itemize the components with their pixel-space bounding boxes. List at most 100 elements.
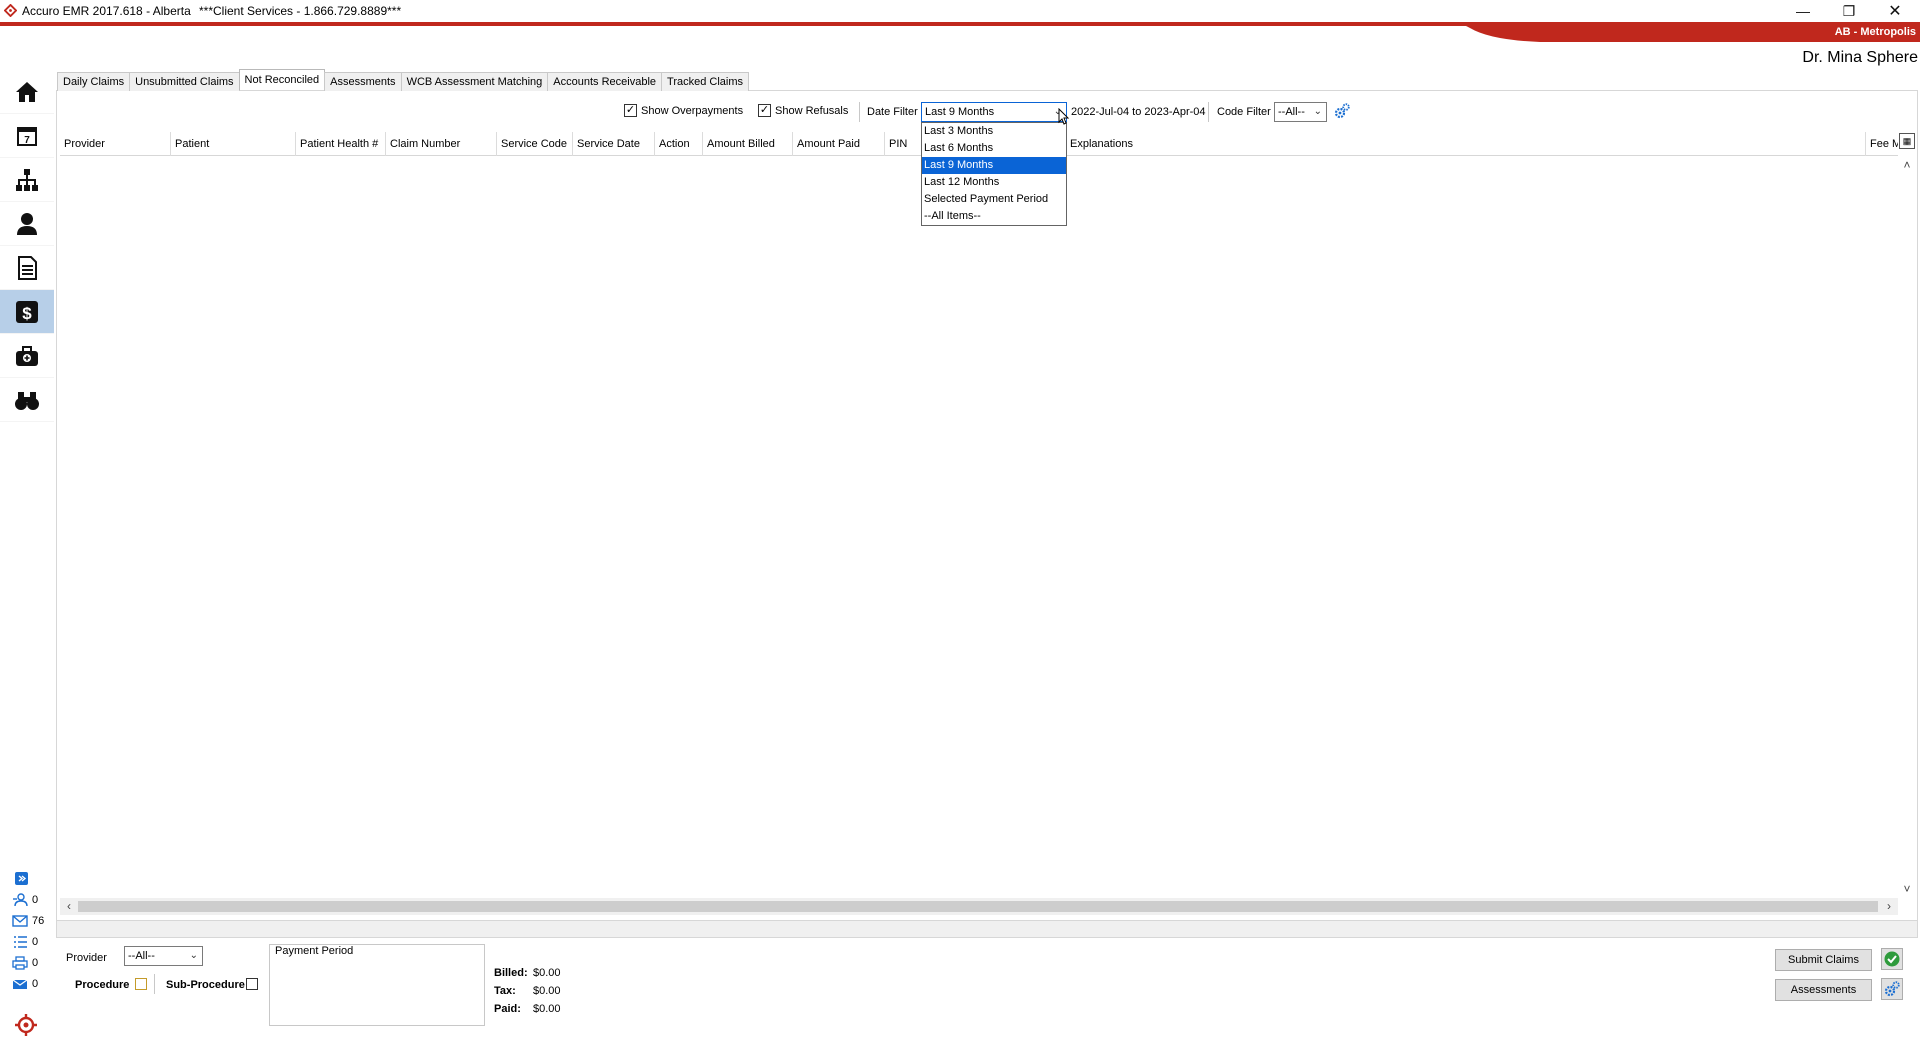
collapse-arrow-icon: [15, 871, 28, 885]
region-label: AB - Metropolis: [1834, 26, 1916, 38]
checkmark-icon: [1884, 951, 1900, 967]
column-header[interactable]: Amount Billed: [703, 132, 793, 156]
close-button[interactable]: ✕: [1872, 0, 1918, 22]
show-refusals-checkbox[interactable]: ✓ Show Refusals: [758, 104, 848, 117]
assessments-settings-button[interactable]: [1881, 978, 1903, 1000]
horizontal-scrollbar[interactable]: ‹ ›: [60, 898, 1898, 915]
dropdown-option-selected[interactable]: Last 9 Months: [922, 157, 1066, 174]
code-filter-label: Code Filter: [1217, 106, 1271, 118]
dropdown-option[interactable]: Last 3 Months: [922, 123, 1066, 140]
column-header[interactable]: Provider: [60, 132, 171, 156]
column-header[interactable]: Claim Number: [386, 132, 497, 156]
column-header[interactable]: Amount Paid: [793, 132, 885, 156]
user-key-icon: [13, 892, 28, 906]
doctor-name: Dr. Mina Sphere: [1802, 49, 1918, 66]
nav-hierarchy[interactable]: [0, 158, 54, 202]
procedure-color-box[interactable]: [135, 978, 147, 990]
mail-icon: [12, 914, 28, 927]
binoculars-icon: [15, 391, 39, 410]
tab-tracked-claims[interactable]: Tracked Claims: [661, 72, 750, 91]
scrollbar-thumb[interactable]: [78, 901, 1878, 912]
chevron-down-icon: ⌄: [1313, 106, 1322, 117]
tab-wcb-assessment-matching[interactable]: WCB Assessment Matching: [400, 72, 549, 91]
collapse-nav-button[interactable]: [12, 868, 52, 889]
messages-count: 76: [32, 914, 45, 927]
hierarchy-icon: [16, 168, 38, 191]
date-filter-dropdown-list: Last 3 Months Last 6 Months Last 9 Month…: [921, 122, 1067, 226]
checkbox-checked-icon: ✓: [624, 104, 637, 117]
column-header[interactable]: Action: [655, 132, 703, 156]
column-header[interactable]: PIN: [885, 132, 925, 156]
grid-footer: [56, 920, 1918, 938]
column-header[interactable]: Service Code: [497, 132, 573, 156]
column-header[interactable]: Service Date: [573, 132, 655, 156]
column-chooser-icon[interactable]: ▦: [1899, 133, 1915, 149]
provider-select[interactable]: --All-- ⌄: [124, 946, 203, 966]
show-refusals-label: Show Refusals: [775, 104, 849, 117]
tab-unsubmitted-claims[interactable]: Unsubmitted Claims: [129, 72, 240, 91]
sub-procedure-label: Sub-Procedure: [166, 979, 245, 991]
dropdown-option[interactable]: Last 6 Months: [922, 140, 1066, 157]
scroll-left-icon[interactable]: ‹: [60, 898, 78, 915]
paid-label: Paid:: [494, 1003, 521, 1015]
restore-button[interactable]: ❐: [1826, 0, 1872, 22]
brand-swoosh: [0, 22, 1920, 42]
title-bar: Accuro EMR 2017.618 - Alberta ***Client …: [0, 0, 1920, 22]
medical-kit-icon: [16, 345, 38, 366]
provider-label: Provider: [66, 952, 107, 964]
tab-assessments[interactable]: Assessments: [324, 72, 402, 91]
billing-tabs: Daily Claims Unsubmitted Claims Not Reco…: [57, 69, 750, 91]
dropdown-option[interactable]: Last 12 Months: [922, 174, 1066, 191]
tab-not-reconciled[interactable]: Not Reconciled: [238, 69, 326, 90]
column-header[interactable]: Explanations: [1066, 132, 1866, 156]
tax-value: $0.00: [533, 985, 561, 997]
submit-claims-button[interactable]: Submit Claims: [1775, 949, 1872, 971]
dropdown-option[interactable]: Selected Payment Period: [922, 191, 1066, 208]
nav-billing[interactable]: $: [0, 290, 54, 334]
dropdown-option[interactable]: --All Items--: [922, 208, 1066, 225]
settings-gear-icon: [1884, 981, 1900, 997]
dollar-icon: $: [16, 300, 38, 323]
payment-period-panel[interactable]: Payment Period: [269, 944, 485, 1026]
messages-counter[interactable]: 76: [12, 910, 52, 931]
users-counter[interactable]: 0: [12, 889, 52, 910]
svg-text:7: 7: [24, 135, 30, 146]
code-filter-select[interactable]: --All-- ⌄: [1274, 102, 1327, 122]
show-overpayments-checkbox[interactable]: ✓ Show Overpayments: [624, 104, 743, 117]
column-header[interactable]: Fee M: [1866, 132, 1898, 156]
nav-documents[interactable]: [0, 246, 54, 290]
app-logo-icon: [4, 4, 17, 17]
calendar-icon: 7: [17, 126, 37, 146]
show-overpayments-label: Show Overpayments: [641, 104, 744, 117]
tab-daily-claims[interactable]: Daily Claims: [57, 72, 131, 91]
scroll-right-icon[interactable]: ›: [1880, 898, 1898, 915]
minimize-button[interactable]: —: [1780, 0, 1826, 22]
date-filter-select[interactable]: Last 9 Months ⌄: [921, 102, 1067, 122]
mouse-cursor-icon: [1058, 108, 1070, 125]
nav-search[interactable]: [0, 378, 54, 422]
window-title: Accuro EMR 2017.618 - Alberta: [22, 4, 191, 18]
scroll-down-icon[interactable]: ˅: [1898, 880, 1916, 898]
column-header[interactable]: Patient Health #: [296, 132, 386, 156]
submit-confirm-button[interactable]: [1881, 948, 1903, 970]
bottom-divider: [154, 974, 155, 994]
assessments-button[interactable]: Assessments: [1775, 979, 1872, 1001]
svg-text:$: $: [22, 304, 32, 323]
procedure-label: Procedure: [75, 979, 130, 991]
date-range-text: 2022-Jul-04 to 2023-Apr-04: [1071, 106, 1206, 118]
sub-procedure-color-box[interactable]: [246, 978, 258, 990]
client-services-text: ***Client Services - 1.866.729.8889***: [199, 4, 402, 18]
column-header[interactable]: Patient: [171, 132, 296, 156]
settings-gear-icon[interactable]: [1334, 103, 1350, 119]
tax-label: Tax:: [494, 985, 516, 997]
tab-accounts-receivable[interactable]: Accounts Receivable: [547, 72, 663, 91]
nav-medical-kit[interactable]: [0, 334, 54, 378]
vertical-scrollbar[interactable]: ˄ ˅: [1898, 156, 1916, 898]
payment-period-label: Payment Period: [275, 945, 354, 957]
brand-band: AB - Metropolis: [0, 22, 1920, 42]
chevron-down-icon: ⌄: [189, 950, 198, 961]
scroll-up-icon[interactable]: ˄: [1898, 156, 1916, 174]
code-filter-value: --All--: [1278, 106, 1305, 118]
nav-patient[interactable]: [0, 202, 54, 246]
checkbox-checked-icon: ✓: [758, 104, 771, 117]
